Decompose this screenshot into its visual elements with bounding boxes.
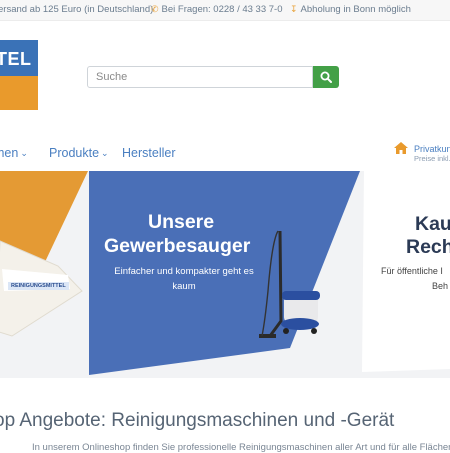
slide-title-line2: Gewerbesauger bbox=[104, 235, 251, 257]
slide3-subtitle-line2: Beh bbox=[432, 281, 449, 291]
nav-item-hersteller-label: Hersteller bbox=[122, 146, 176, 160]
nav-item-produkte-label: Produkte bbox=[49, 146, 100, 160]
home-icon[interactable] bbox=[394, 142, 408, 154]
nav-item-produkte[interactable]: Produkte ⌄ bbox=[49, 146, 109, 160]
product-label: REINIGUNGSMITTEL bbox=[8, 282, 69, 290]
phone-info: ✆ Bei Fragen: 0228 / 43 33 7-0 bbox=[151, 4, 283, 15]
phone-icon: ✆ bbox=[151, 4, 159, 14]
nav-item-themen-label: men bbox=[0, 146, 19, 160]
private-customer-link[interactable]: Privatkun bbox=[414, 144, 450, 154]
logo-orange-block bbox=[0, 76, 38, 110]
slide3-subtitle-line1: Für öffentliche I bbox=[381, 266, 443, 276]
nav-item-hersteller[interactable]: Hersteller bbox=[122, 146, 176, 160]
download-icon: ↧ bbox=[290, 4, 298, 14]
site-logo[interactable]: TEL bbox=[0, 40, 38, 110]
page-headline: op Angebote: Reinigungsmaschinen und -Ge… bbox=[0, 410, 395, 431]
search-input[interactable] bbox=[87, 66, 313, 88]
slide-title-line1: Unsere bbox=[148, 211, 215, 233]
nav-item-themen[interactable]: men⌄ bbox=[0, 146, 28, 160]
chevron-down-icon: ⌄ bbox=[20, 148, 28, 158]
slide-subtitle-line1: Einfacher und kompakter geht es bbox=[114, 266, 254, 277]
slide3-title-line1: Kau bbox=[415, 213, 450, 235]
search-button[interactable] bbox=[313, 66, 339, 88]
pickup-text: Abholung in Bonn möglich bbox=[300, 4, 411, 15]
shipping-info: ersand ab 125 Euro (in Deutschland) bbox=[0, 4, 154, 15]
top-info-bar: ersand ab 125 Euro (in Deutschland) ✆ Bei… bbox=[0, 0, 450, 21]
slide-subtitle-line2: kaum bbox=[172, 281, 196, 292]
hero-banner-carousel[interactable]: REINIGUNGSMITTEL Unsere Gewerbesauger Ei… bbox=[0, 171, 450, 378]
chevron-down-icon: ⌄ bbox=[101, 148, 109, 158]
slide3-title-line2: Rech bbox=[406, 236, 450, 258]
logo-blue-block: TEL bbox=[0, 40, 38, 76]
search-icon bbox=[320, 71, 332, 83]
pickup-info: ↧ Abholung in Bonn möglich bbox=[290, 4, 411, 15]
phone-text: Bei Fragen: 0228 / 43 33 7-0 bbox=[161, 4, 283, 15]
logo-text: TEL bbox=[0, 49, 32, 69]
price-note: Preise inkl. bbox=[414, 154, 450, 163]
page-intro-text: In unserem Onlineshop finden Sie profess… bbox=[32, 442, 450, 453]
